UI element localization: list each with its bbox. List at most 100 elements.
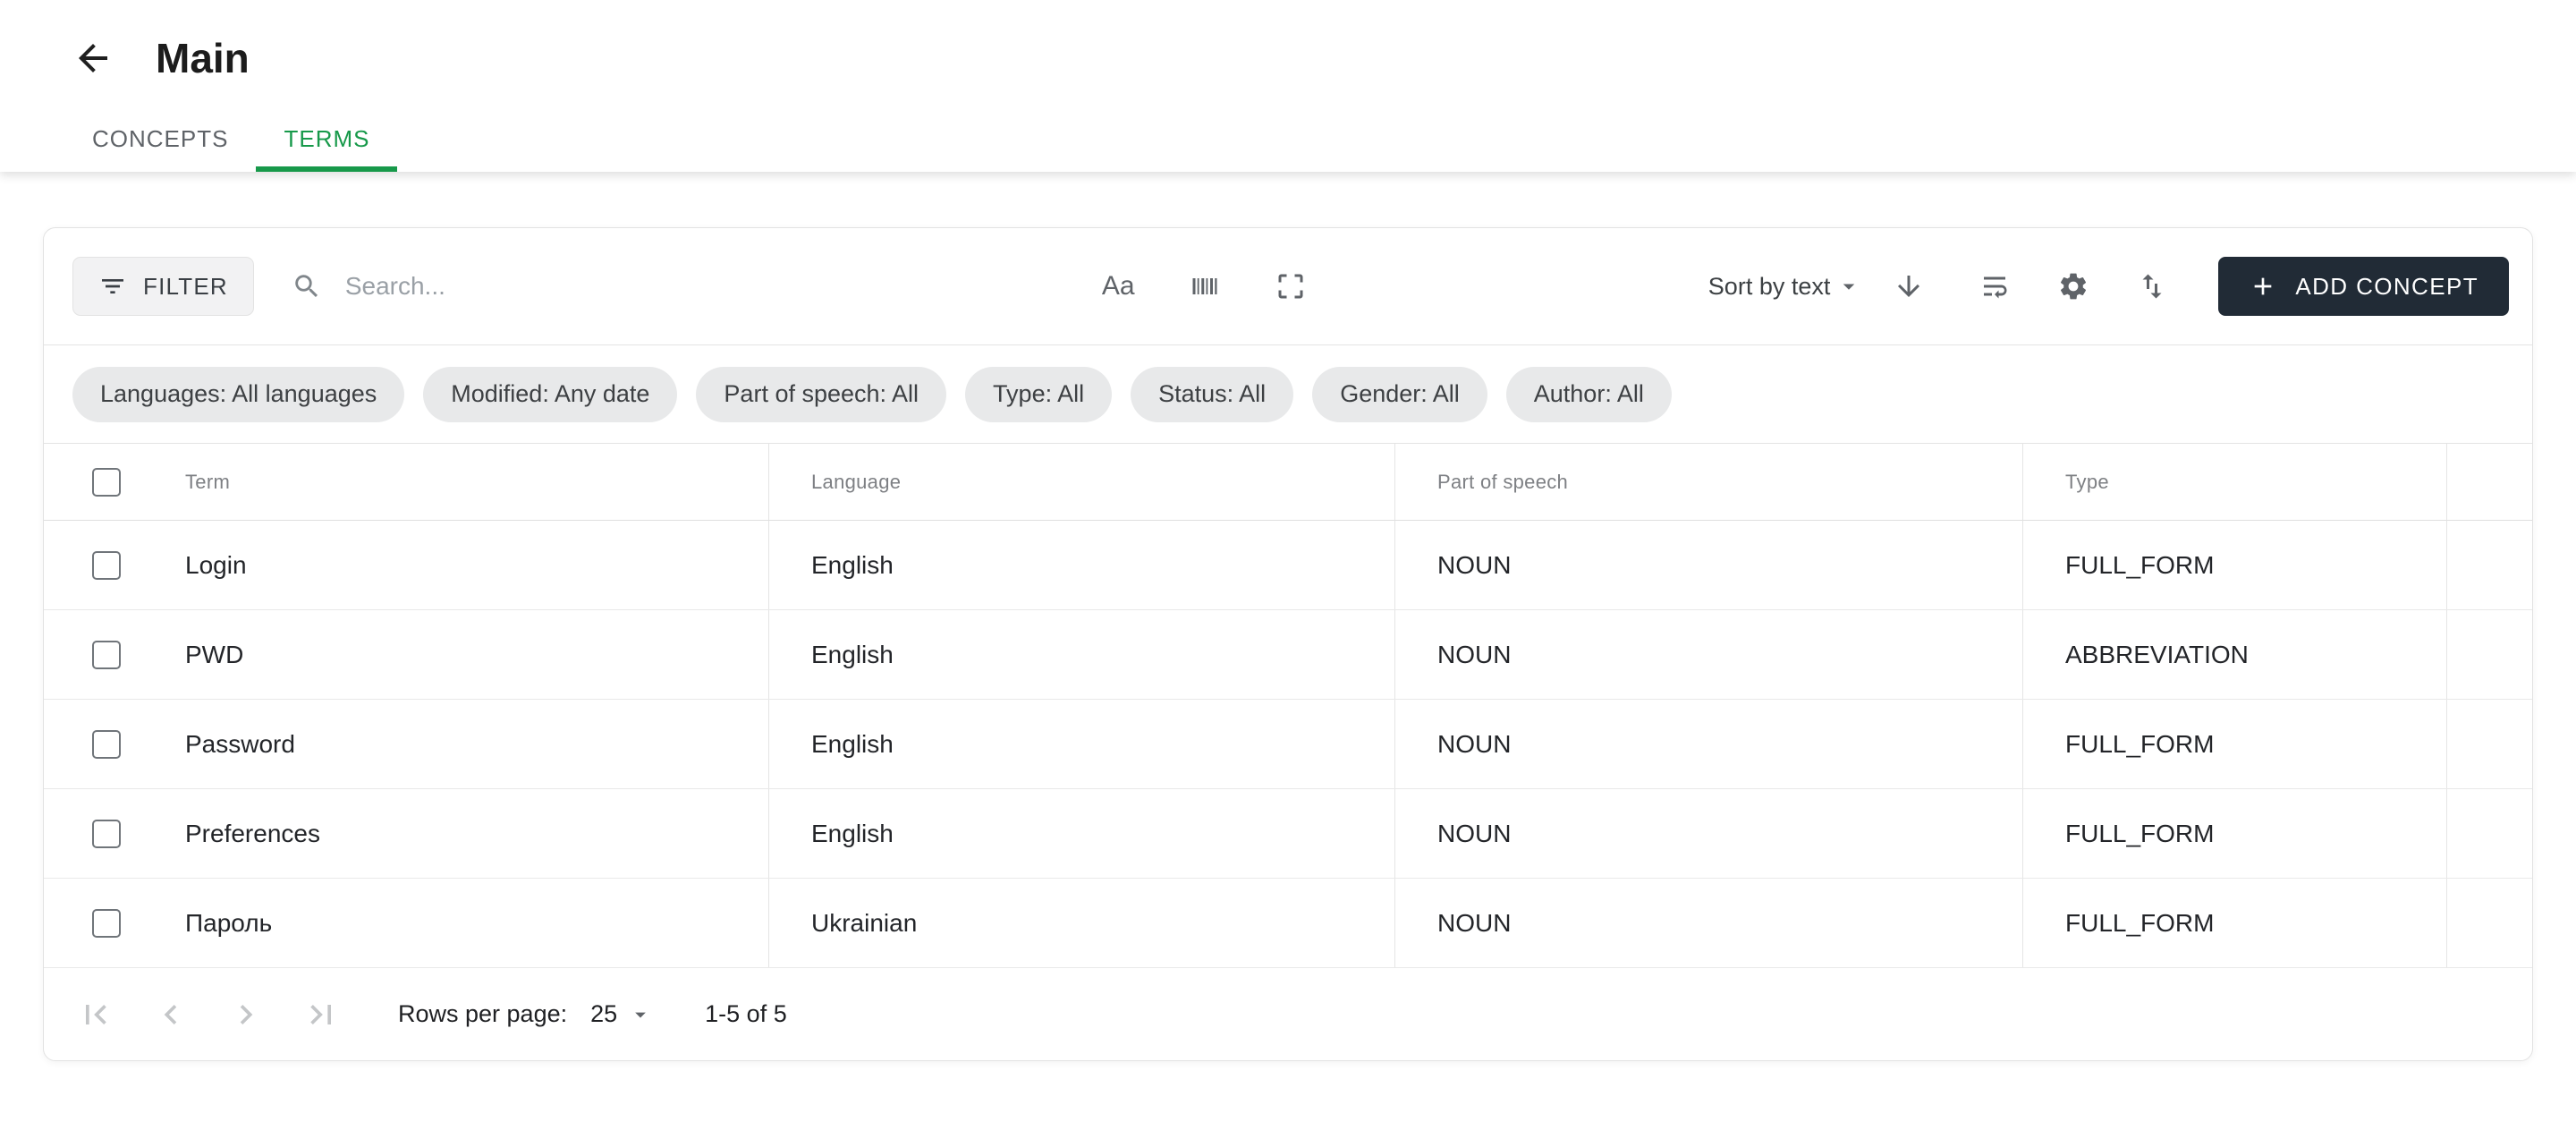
first-page-icon <box>76 995 115 1034</box>
language-cell: English <box>768 521 1394 609</box>
gear-icon[interactable] <box>2057 270 2089 302</box>
chevron-left-icon <box>151 995 191 1034</box>
header-empty-cell <box>2446 444 2532 520</box>
type-cell: FULL_FORM <box>2022 879 2446 967</box>
row-checkbox[interactable] <box>92 820 121 848</box>
match-case-icon[interactable]: Aa <box>1102 271 1135 302</box>
term-cell: PWD <box>44 610 768 699</box>
first-page-button[interactable] <box>76 995 115 1034</box>
row-checkbox[interactable] <box>92 730 121 759</box>
type-text: FULL_FORM <box>2065 909 2214 938</box>
crop-free-icon[interactable] <box>1275 270 1307 302</box>
table-row[interactable]: Login English NOUN FULL_FORM <box>44 521 2532 610</box>
language-text: English <box>811 730 894 759</box>
filter-button[interactable]: FILTER <box>72 257 254 316</box>
rows-per-page-label: Rows per page: <box>398 1000 567 1028</box>
language-text: Ukrainian <box>811 909 917 938</box>
pos-cell: NOUN <box>1394 789 2022 878</box>
pos-cell: NOUN <box>1394 879 2022 967</box>
select-all-checkbox[interactable] <box>92 468 121 497</box>
add-concept-button[interactable]: ADD CONCEPT <box>2218 257 2509 316</box>
pos-text: NOUN <box>1437 909 1511 938</box>
last-page-icon <box>301 995 341 1034</box>
arrow-back-icon <box>72 37 114 80</box>
tab-terms-label: TERMS <box>284 125 369 153</box>
page-header: Main CONCEPTS TERMS <box>0 0 2576 172</box>
swap-vertical-icon[interactable] <box>2136 270 2168 302</box>
caret-down-icon <box>1835 273 1862 300</box>
sort-direction-arrow-down-icon[interactable] <box>1893 270 1925 302</box>
pos-cell: NOUN <box>1394 700 2022 788</box>
pagination-controls <box>76 995 341 1034</box>
row-checkbox[interactable] <box>92 551 121 580</box>
language-cell: English <box>768 610 1394 699</box>
header-term-label: Term <box>185 471 230 494</box>
add-concept-label: ADD CONCEPT <box>2295 273 2479 301</box>
rows-per-page-value[interactable]: 25 <box>590 1000 617 1028</box>
type-cell: FULL_FORM <box>2022 521 2446 609</box>
page-title: Main <box>156 34 250 82</box>
header-type-label: Type <box>2065 471 2109 494</box>
type-text: FULL_FORM <box>2065 551 2214 580</box>
table-header: Term Language Part of speech Type <box>44 444 2532 521</box>
tab-concepts-label: CONCEPTS <box>92 125 228 153</box>
tab-concepts[interactable]: CONCEPTS <box>64 106 256 172</box>
language-cell: English <box>768 789 1394 878</box>
chip-part-of-speech[interactable]: Part of speech: All <box>696 367 946 422</box>
pos-text: NOUN <box>1437 641 1511 669</box>
title-row: Main <box>0 0 2576 106</box>
search-icon <box>292 271 322 302</box>
term-cell: Login <box>44 521 768 609</box>
chip-type[interactable]: Type: All <box>965 367 1112 422</box>
view-options <box>1979 270 2168 302</box>
chip-languages[interactable]: Languages: All languages <box>72 367 404 422</box>
terms-panel: FILTER Aa Sort by text AD <box>43 227 2533 1061</box>
language-cell: English <box>768 700 1394 788</box>
caret-down-icon[interactable] <box>628 1002 653 1027</box>
pos-cell: NOUN <box>1394 521 2022 609</box>
header-language-cell: Language <box>768 444 1394 520</box>
toolbar: FILTER Aa Sort by text AD <box>44 228 2532 345</box>
pos-text: NOUN <box>1437 820 1511 848</box>
term-text: Preferences <box>185 820 320 848</box>
barcode-icon[interactable] <box>1189 270 1221 302</box>
row-checkbox[interactable] <box>92 641 121 669</box>
next-page-button[interactable] <box>226 995 266 1034</box>
active-tab-indicator <box>256 166 397 172</box>
pos-cell: NOUN <box>1394 610 2022 699</box>
tab-terms[interactable]: TERMS <box>256 106 397 172</box>
type-text: FULL_FORM <box>2065 730 2214 759</box>
filter-button-label: FILTER <box>143 273 228 301</box>
empty-cell <box>2446 789 2532 878</box>
pos-text: NOUN <box>1437 730 1511 759</box>
pos-text: NOUN <box>1437 551 1511 580</box>
sort-select-value: Sort by text <box>1708 273 1831 301</box>
chip-gender[interactable]: Gender: All <box>1312 367 1487 422</box>
last-page-button[interactable] <box>301 995 341 1034</box>
chip-status[interactable]: Status: All <box>1131 367 1293 422</box>
table-row[interactable]: PWD English NOUN ABBREVIATION <box>44 610 2532 700</box>
chip-modified[interactable]: Modified: Any date <box>423 367 677 422</box>
term-text: Пароль <box>185 909 272 938</box>
header-type-cell: Type <box>2022 444 2446 520</box>
sort-select[interactable]: Sort by text <box>1708 273 1863 301</box>
searchbox <box>292 271 1061 302</box>
table-row[interactable]: Preferences English NOUN FULL_FORM <box>44 789 2532 879</box>
empty-cell <box>2446 610 2532 699</box>
filter-chips-row: Languages: All languages Modified: Any d… <box>44 345 2532 444</box>
wrap-text-icon[interactable] <box>1979 270 2011 302</box>
chip-author[interactable]: Author: All <box>1506 367 1672 422</box>
back-button[interactable] <box>72 37 114 80</box>
empty-cell <box>2446 521 2532 609</box>
filter-list-icon <box>98 272 127 301</box>
term-text: Password <box>185 730 295 759</box>
search-input[interactable] <box>343 271 1061 302</box>
type-text: FULL_FORM <box>2065 820 2214 848</box>
previous-page-button[interactable] <box>151 995 191 1034</box>
table-row[interactable]: Password English NOUN FULL_FORM <box>44 700 2532 789</box>
table-row[interactable]: Пароль Ukrainian NOUN FULL_FORM <box>44 879 2532 968</box>
empty-cell <box>2446 700 2532 788</box>
row-checkbox[interactable] <box>92 909 121 938</box>
pagination-bar: Rows per page: 25 1-5 of 5 <box>44 968 2532 1060</box>
language-text: English <box>811 820 894 848</box>
